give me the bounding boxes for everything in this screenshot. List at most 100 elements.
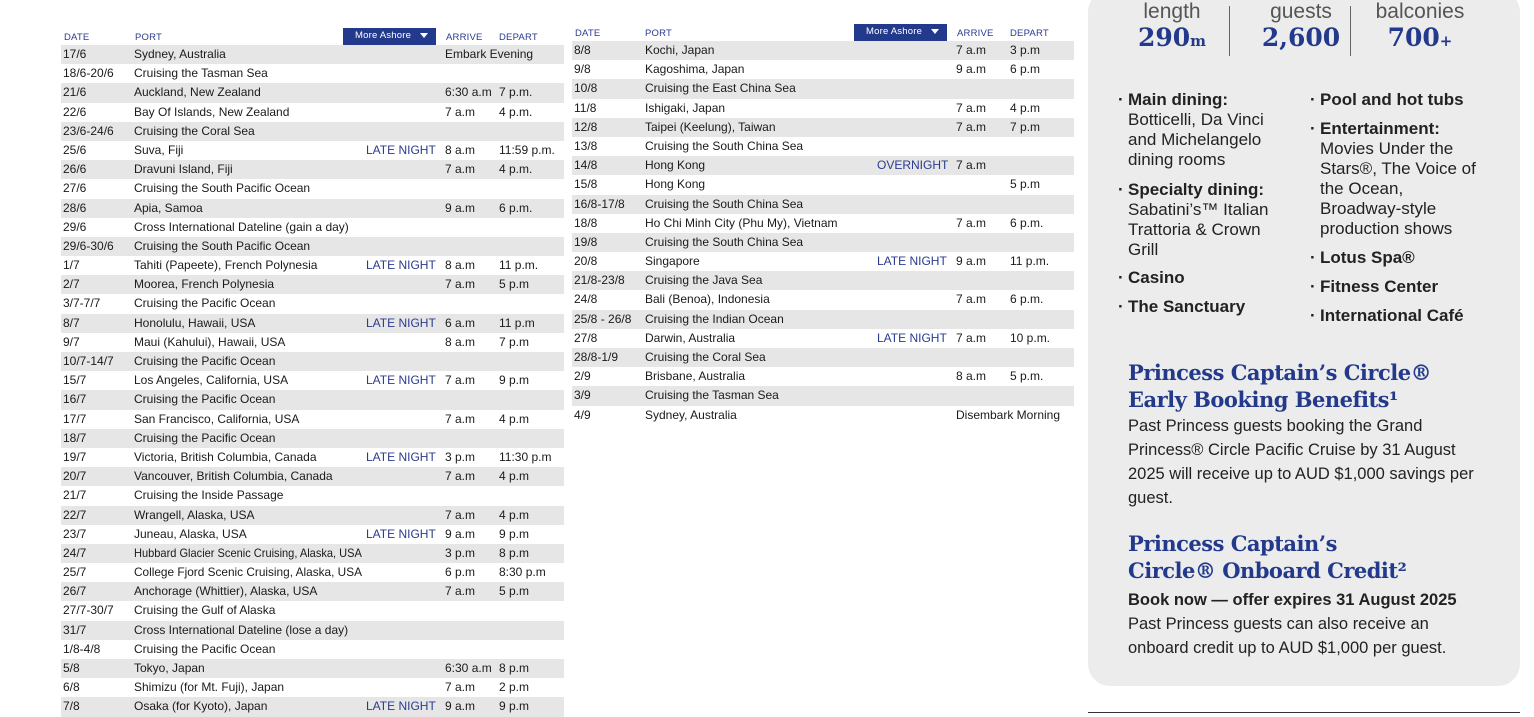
- table-row: 6/8 Shimizu (for Mt. Fuji), Japan 7 a.m 2 p…: [61, 678, 564, 697]
- stat-label: length: [1143, 0, 1201, 23]
- table-row: 15/8 Hong Kong 5 p.m: [572, 175, 1074, 194]
- more-ashore-label: More Ashore: [355, 30, 412, 41]
- row-date: 14/8: [574, 158, 598, 173]
- row-date: 3/7-7/7: [63, 296, 101, 311]
- row-date: 22/7: [63, 507, 87, 522]
- table-row: 29/6 Cross International Dateline (gain a…: [61, 218, 564, 237]
- row-date: 26/7: [63, 584, 87, 599]
- stat-length: length 290m: [1112, 0, 1232, 52]
- stat-label: balconies: [1375, 0, 1465, 23]
- row-port: Cruising the Tasman Sea: [645, 388, 779, 403]
- row-date: 1/7: [63, 258, 80, 273]
- early-booking-heading: Princess Captain’s Circle® Early Booking…: [1128, 360, 1432, 412]
- header-date: DATE: [64, 32, 90, 43]
- stat-balconies: balconies 700+: [1360, 0, 1480, 52]
- row-date: 27/8: [574, 330, 598, 345]
- table-row: 25/7 College Fjord Scenic Cruising, Alask…: [61, 563, 564, 582]
- table-row: 27/6 Cruising the South Pacific Ocean: [61, 179, 564, 198]
- row-arrive: 6:30 a.m: [445, 661, 492, 675]
- row-port: Hong Kong: [645, 158, 706, 173]
- table-body: 8/8 Kochi, Japan 7 a.m 3 p.m 9/8 Kagoshima, J…: [572, 41, 1074, 425]
- row-port: Shimizu (for Mt. Fuji), Japan: [134, 680, 285, 695]
- table-row: 18/8 Ho Chi Minh City (Phu My), Vietnam 7 …: [572, 214, 1074, 233]
- row-arrive: 9 a.m: [956, 254, 987, 269]
- row-date: 15/7: [63, 373, 87, 388]
- table-row: 31/7 Cross International Dateline (lose a…: [61, 620, 564, 640]
- header-depart: DEPART: [499, 32, 538, 43]
- table-row: 8/8 Kochi, Japan 7 a.m 3 p.m: [572, 41, 1074, 61]
- row-arrive: 7 a.m: [956, 330, 987, 345]
- row-port: Brisbane, Australia: [645, 369, 746, 384]
- row-date: 21/7: [63, 488, 87, 503]
- row-date: 7/8: [63, 699, 80, 714]
- table-row: 12/8 Taipei (Keelung), Taiwan 7 a.m 7 p.m: [572, 117, 1074, 137]
- row-port: Ishigaki, Japan: [645, 100, 726, 115]
- row-port: Cruising the Java Sea: [645, 273, 763, 288]
- stat-value: 290m: [1137, 23, 1207, 52]
- divider: [1088, 712, 1520, 713]
- row-port: Bali (Benoa), Indonesia: [645, 292, 770, 307]
- header-port: PORT: [135, 32, 163, 43]
- row-note: LATE NIGHT: [366, 373, 436, 388]
- row-arrive: 7 a.m: [445, 277, 476, 292]
- row-date: 22/6: [63, 104, 87, 119]
- row-date: 20/7: [63, 469, 87, 484]
- row-arrive: 7 a.m: [445, 411, 476, 426]
- row-port: Darwin, Australia: [645, 330, 736, 345]
- row-date: 25/8 - 26/8: [574, 311, 632, 326]
- divider: [1350, 6, 1351, 56]
- row-depart: 7 p.m.: [499, 85, 533, 100]
- itinerary-table-right: DATE PORT More Ashore ARRIVE DEPART 8/8 K…: [572, 24, 1074, 425]
- more-ashore-dropdown[interactable]: More Ashore: [343, 28, 436, 45]
- row-depart: 11 p.m: [499, 315, 535, 330]
- stat-label: guests: [1270, 0, 1332, 23]
- row-depart: 4 p.m: [1010, 100, 1041, 115]
- more-ashore-label: More Ashore: [866, 26, 923, 37]
- row-date: 25/6: [63, 142, 87, 157]
- table-row: 19/7 Victoria, British Columbia, Canada LA…: [61, 448, 564, 467]
- row-depart: 8:30 p.m: [499, 565, 546, 580]
- feature-lotus-spa: Lotus Spa®: [1310, 248, 1490, 268]
- onboard-credit-deadline: Book now — offer expires 31 August 2025: [1128, 591, 1457, 609]
- itinerary-table-left: DATE PORT More Ashore ARRIVE DEPART 17/6…: [61, 28, 564, 717]
- row-date: 4/9: [574, 407, 591, 422]
- table-row: 10/8 Cruising the East China Sea: [572, 79, 1074, 99]
- row-arrive: 9 a.m: [445, 699, 476, 714]
- row-date: 18/7: [63, 430, 87, 445]
- row-arrive: 7 a.m: [445, 469, 476, 484]
- row-port: Suva, Fiji: [134, 142, 184, 157]
- row-port: College Fjord Scenic Cruising, Alaska, U…: [134, 565, 362, 580]
- row-port: Hong Kong: [645, 177, 706, 192]
- row-port: Bay Of Islands, New Zealand: [134, 104, 290, 119]
- table-row: 25/8 - 26/8 Cruising the Indian Ocean: [572, 309, 1074, 329]
- feature-specialty-dining: Specialty dining:Sabatini’s™ Italian Tra…: [1118, 180, 1278, 260]
- table-row: 23/6-24/6 Cruising the Coral Sea: [61, 121, 564, 141]
- header-arrive: ARRIVE: [446, 32, 483, 43]
- row-port: Tokyo, Japan: [134, 661, 205, 675]
- row-date: 27/6: [63, 181, 87, 196]
- table-row: 27/8 Darwin, Australia LATE NIGHT 7 a.m 10 p…: [572, 329, 1074, 348]
- table-row: 5/8 Tokyo, Japan 6:30 a.m 8 p.m: [61, 659, 564, 679]
- row-port: Cruising the South China Sea: [645, 138, 804, 153]
- feature-cafe: International Café: [1310, 306, 1500, 326]
- row-note: LATE NIGHT: [366, 699, 436, 714]
- more-ashore-dropdown[interactable]: More Ashore: [854, 24, 947, 41]
- row-arrive: 3 p.m: [445, 545, 476, 560]
- row-date: 29/6-30/6: [63, 238, 114, 253]
- row-date: 31/7: [63, 622, 87, 637]
- row-arrive: 7 a.m: [445, 680, 476, 695]
- row-note: LATE NIGHT: [877, 330, 947, 345]
- row-port: Sydney, Australia: [645, 407, 737, 422]
- row-date: 10/7-14/7: [63, 354, 114, 368]
- table-header: DATE PORT More Ashore ARRIVE DEPART: [61, 28, 564, 45]
- row-date: 25/7: [63, 565, 87, 580]
- row-date: 23/6-24/6: [63, 123, 114, 138]
- row-port: Victoria, British Columbia, Canada: [134, 449, 317, 464]
- row-arrive: 9 a.m: [956, 62, 987, 77]
- row-depart: 4 p.m: [499, 507, 530, 522]
- table-row: 18/7 Cruising the Pacific Ocean: [61, 428, 564, 448]
- row-date: 15/8: [574, 177, 598, 192]
- row-date: 17/6: [63, 47, 87, 61]
- table-row: 14/8 Hong Kong OVERNIGHT 7 a.m: [572, 156, 1074, 176]
- row-depart: 10 p.m.: [1010, 330, 1051, 345]
